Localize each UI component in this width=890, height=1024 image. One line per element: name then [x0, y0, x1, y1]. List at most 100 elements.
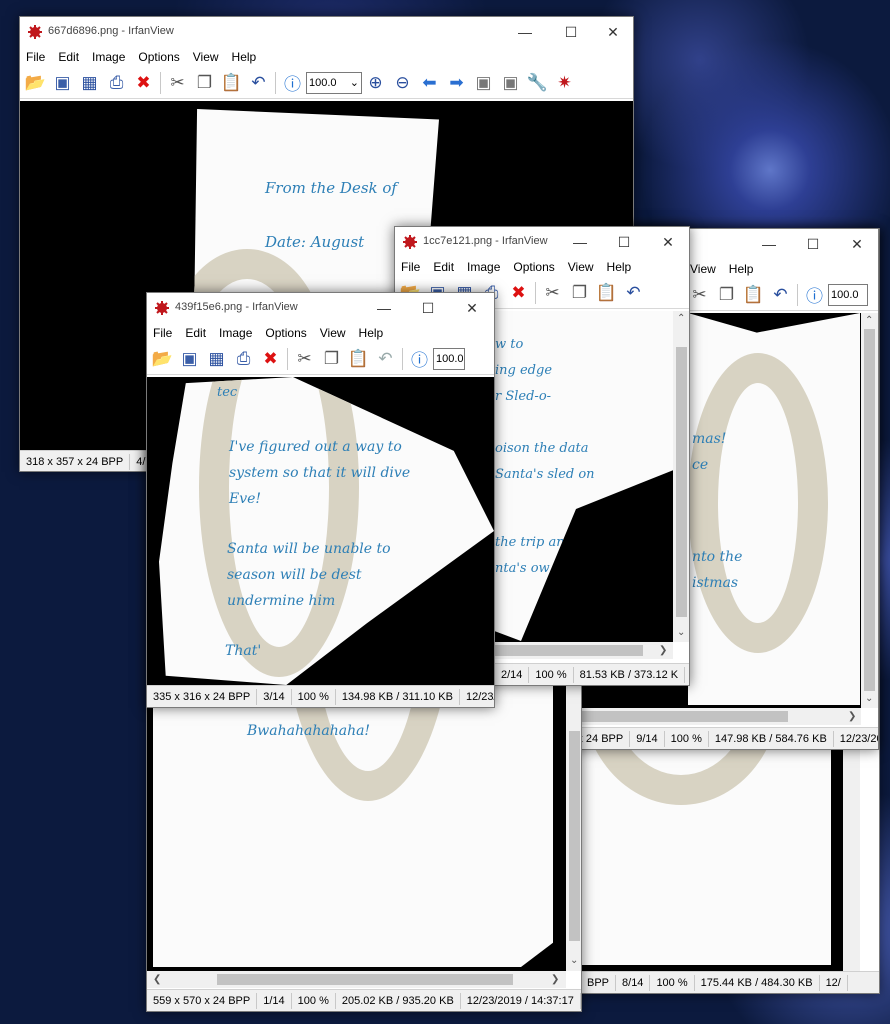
scroll-thumb[interactable]: [864, 329, 875, 691]
scroll-thumb[interactable]: [676, 347, 687, 617]
scroll-left-icon[interactable]: ❮: [153, 974, 161, 985]
print-icon[interactable]: ⎙: [230, 345, 257, 373]
zoom-combobox[interactable]: 100.0 ⌄: [306, 71, 362, 94]
cut-icon[interactable]: ✂: [164, 69, 191, 97]
slideshow-icon[interactable]: ▣: [176, 345, 203, 373]
vertical-scrollbar[interactable]: ⌃ ⌄: [861, 313, 878, 708]
title-bar[interactable]: 667d6896.png - IrfanView — ☐ ✕: [20, 17, 633, 47]
irfanview-icon: [403, 235, 417, 249]
undo-icon[interactable]: ↶: [372, 345, 399, 373]
minimize-button[interactable]: —: [502, 17, 548, 47]
delete-icon[interactable]: ✖: [130, 69, 157, 97]
maximize-button[interactable]: ☐: [548, 17, 594, 47]
open-folder-icon[interactable]: 📂: [149, 345, 176, 373]
info-icon[interactable]: ⓘ: [801, 281, 828, 309]
next-icon[interactable]: ➡: [443, 69, 470, 97]
paste-icon[interactable]: 📋: [218, 69, 245, 97]
menu-options[interactable]: Options: [513, 260, 554, 274]
irfanview-logo-icon[interactable]: ✷: [551, 69, 578, 97]
menu-help[interactable]: Help: [232, 50, 257, 64]
toolbar-separator: [160, 71, 161, 94]
menu-view[interactable]: View: [320, 326, 346, 340]
menu-options[interactable]: Options: [265, 326, 306, 340]
letter-line: tec: [217, 385, 238, 400]
save-icon[interactable]: ▦: [203, 345, 230, 373]
undo-icon[interactable]: ↶: [245, 69, 272, 97]
settings-icon[interactable]: 🔧: [524, 69, 551, 97]
title-bar[interactable]: 439f15e6.png - IrfanView — ☐ ✕: [147, 293, 494, 323]
paste-icon[interactable]: 📋: [593, 279, 620, 307]
undo-icon[interactable]: ↶: [767, 281, 794, 309]
menu-options[interactable]: Options: [138, 50, 179, 64]
cut-icon[interactable]: ✂: [539, 279, 566, 307]
minimize-button[interactable]: —: [746, 229, 792, 259]
menu-help[interactable]: Help: [729, 262, 754, 276]
image-canvas[interactable]: tec I've figured out a way to system so …: [147, 377, 494, 685]
close-button[interactable]: ✕: [834, 229, 878, 259]
paste-icon[interactable]: 📋: [345, 345, 372, 373]
copy-icon[interactable]: ❐: [191, 69, 218, 97]
print-icon[interactable]: ⎙: [103, 69, 130, 97]
scroll-down-icon[interactable]: ⌄: [865, 693, 873, 704]
menu-view[interactable]: View: [690, 262, 716, 276]
slideshow-icon[interactable]: ▣: [49, 69, 76, 97]
scroll-thumb[interactable]: [217, 974, 513, 985]
image-canvas[interactable]: [561, 715, 843, 971]
menu-image[interactable]: Image: [92, 50, 125, 64]
vertical-scrollbar[interactable]: ⌃ ⌄: [673, 311, 689, 642]
info-icon[interactable]: ⓘ: [279, 69, 306, 97]
scroll-right-icon[interactable]: ❯: [659, 645, 667, 656]
menu-view[interactable]: View: [568, 260, 594, 274]
copy-icon[interactable]: ❐: [713, 281, 740, 309]
scroll-right-icon[interactable]: ❯: [551, 974, 559, 985]
close-button[interactable]: ✕: [645, 227, 689, 257]
close-button[interactable]: ✕: [590, 17, 633, 47]
delete-icon[interactable]: ✖: [505, 279, 532, 307]
cut-icon[interactable]: ✂: [686, 281, 713, 309]
scroll-thumb[interactable]: [569, 731, 580, 941]
close-button[interactable]: ✕: [449, 293, 494, 323]
vertical-scrollbar[interactable]: [843, 715, 860, 971]
menu-image[interactable]: Image: [219, 326, 252, 340]
minimize-button[interactable]: —: [557, 227, 603, 257]
minimize-button[interactable]: —: [361, 293, 407, 323]
menu-view[interactable]: View: [193, 50, 219, 64]
maximize-button[interactable]: ☐: [405, 293, 451, 323]
scroll-up-icon[interactable]: ⌃: [677, 313, 685, 324]
menu-file[interactable]: File: [401, 260, 420, 274]
menu-edit[interactable]: Edit: [58, 50, 79, 64]
scroll-down-icon[interactable]: ⌄: [677, 627, 685, 638]
zoom-in-icon[interactable]: ⊕: [362, 69, 389, 97]
menu-edit[interactable]: Edit: [185, 326, 206, 340]
scroll-right-icon[interactable]: ❯: [848, 711, 856, 722]
maximize-button[interactable]: ☐: [790, 229, 836, 259]
undo-icon[interactable]: ↶: [620, 279, 647, 307]
menu-help[interactable]: Help: [607, 260, 632, 274]
scroll-up-icon[interactable]: ⌃: [865, 315, 873, 326]
title-bar[interactable]: 1cc7e121.png - IrfanView — ☐ ✕: [395, 227, 689, 257]
zoom-out-icon[interactable]: ⊖: [389, 69, 416, 97]
menu-image[interactable]: Image: [467, 260, 500, 274]
save-icon[interactable]: ▦: [76, 69, 103, 97]
status-date: 12/23/2019 / 14:37:17: [461, 992, 581, 1009]
menu-edit[interactable]: Edit: [433, 260, 454, 274]
menu-file[interactable]: File: [26, 50, 45, 64]
last-page-icon[interactable]: ▣: [497, 69, 524, 97]
menu-file[interactable]: File: [153, 326, 172, 340]
paste-icon[interactable]: 📋: [740, 281, 767, 309]
horizontal-scrollbar[interactable]: ❮ ❯: [147, 971, 566, 988]
zoom-combobox[interactable]: 100.0: [828, 283, 868, 306]
open-folder-icon[interactable]: 📂: [22, 69, 49, 97]
scroll-down-icon[interactable]: ⌄: [570, 955, 578, 966]
previous-icon[interactable]: ⬅: [416, 69, 443, 97]
copy-icon[interactable]: ❐: [566, 279, 593, 307]
minimize-icon: —: [377, 300, 391, 316]
maximize-button[interactable]: ☐: [601, 227, 647, 257]
cut-icon[interactable]: ✂: [291, 345, 318, 373]
info-icon[interactable]: ⓘ: [406, 345, 433, 373]
first-page-icon[interactable]: ▣: [470, 69, 497, 97]
delete-icon[interactable]: ✖: [257, 345, 284, 373]
zoom-combobox[interactable]: 100.0: [433, 347, 465, 370]
copy-icon[interactable]: ❐: [318, 345, 345, 373]
menu-help[interactable]: Help: [359, 326, 384, 340]
